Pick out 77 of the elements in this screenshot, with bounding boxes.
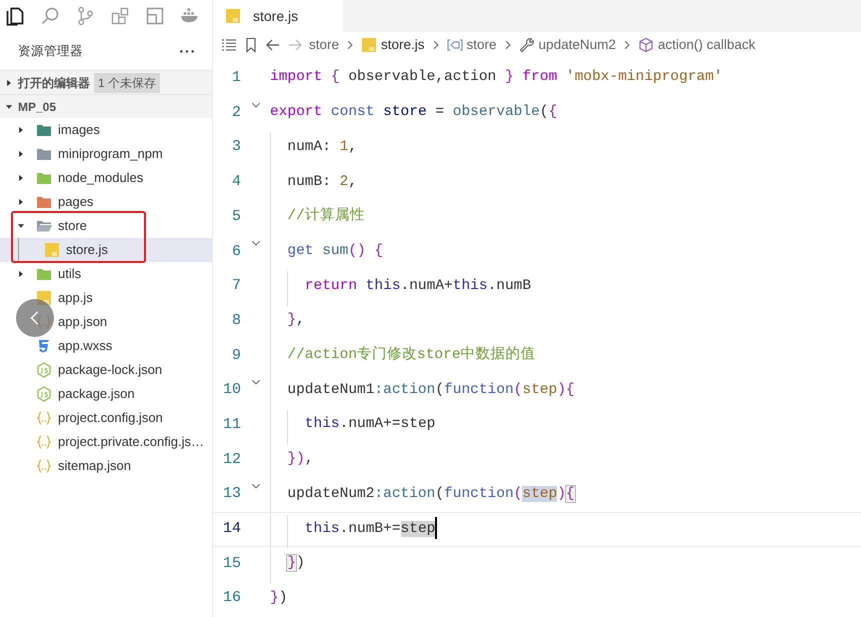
line-number: 14 xyxy=(222,519,241,540)
line-number: 1 xyxy=(230,68,241,88)
tree-item[interactable]: package.json xyxy=(0,382,212,406)
variable-icon xyxy=(446,37,463,53)
section-header[interactable]: MP_05 xyxy=(18,98,56,116)
tree-item[interactable]: sitemap.json xyxy=(0,454,212,478)
code-line: }) xyxy=(270,588,288,608)
tree-item[interactable]: miniprogram_npm xyxy=(0,142,212,166)
line-number: 12 xyxy=(222,450,241,470)
line-number: 10 xyxy=(222,380,241,400)
js-file-icon xyxy=(361,37,378,53)
tree-item[interactable]: node_modules xyxy=(0,166,212,190)
files-icon[interactable] xyxy=(5,6,25,26)
tree-item[interactable]: project.config.json xyxy=(0,406,212,430)
more-icon xyxy=(180,50,194,52)
explorer-title: 资源管理器 xyxy=(18,42,83,60)
cube-icon xyxy=(638,37,654,53)
line-number: 8 xyxy=(230,310,241,331)
line-number: 9 xyxy=(230,346,241,366)
search-icon[interactable] xyxy=(40,6,60,26)
editor-tab[interactable]: store.js xyxy=(213,0,343,32)
breadcrumb-item[interactable]: store xyxy=(446,34,497,56)
js-file-icon xyxy=(225,8,241,24)
code-line: //计算属性 xyxy=(286,206,365,226)
code-line: export const store = observable({ xyxy=(270,103,558,122)
layout-icon[interactable] xyxy=(145,6,165,26)
line-number: 6 xyxy=(230,242,241,262)
code-line: updateNum1:action(function(step){ xyxy=(286,380,575,400)
js-file-icon xyxy=(44,242,60,258)
tree-item[interactable]: pages xyxy=(0,190,212,214)
braces-icon xyxy=(36,458,52,474)
outline-icon xyxy=(221,37,237,53)
code-line: updateNum2:action(function(step){ xyxy=(286,484,575,504)
code-line: this.numB+=step xyxy=(270,517,438,542)
wrench-icon xyxy=(518,37,535,53)
breadcrumb-item[interactable]: store xyxy=(309,34,340,56)
back-button[interactable] xyxy=(16,299,54,337)
code-line: numB: 2, xyxy=(286,172,358,192)
tree-item[interactable]: store.js xyxy=(0,238,212,262)
code-line: //action专门修改store中数据的值 xyxy=(286,344,536,365)
braces-icon xyxy=(36,434,52,450)
hexagon-icon xyxy=(36,362,52,378)
back-arrow-icon xyxy=(265,37,281,53)
unsaved-badge: 1 个未保存 xyxy=(94,72,160,92)
braces-icon xyxy=(36,410,52,426)
tree-item[interactable]: store xyxy=(0,214,212,238)
line-number: 4 xyxy=(230,172,241,192)
line-number: 7 xyxy=(230,276,241,296)
line-number: 2 xyxy=(230,102,241,123)
line-number: 13 xyxy=(222,484,241,504)
code-line: numA: 1, xyxy=(286,138,358,157)
line-number: 3 xyxy=(230,137,241,158)
tree-item[interactable]: package-lock.json xyxy=(0,358,212,382)
code-line: this.numA+=step xyxy=(304,415,436,434)
code-line: }) xyxy=(286,554,305,574)
line-number: 16 xyxy=(222,588,241,608)
line-number: 5 xyxy=(230,206,241,227)
code-line: get sum() { xyxy=(286,242,384,261)
tree-item[interactable]: project.private.config.js… xyxy=(0,430,212,454)
breadcrumb-item[interactable]: action() callback xyxy=(638,34,756,56)
code-line: return this.numA+this.numB xyxy=(304,276,532,296)
line-number: 11 xyxy=(222,414,241,435)
breadcrumb-item[interactable]: updateNum2 xyxy=(518,34,616,56)
tree-item[interactable]: images xyxy=(0,118,212,142)
forward-arrow-icon xyxy=(287,37,303,53)
tree-item[interactable]: utils xyxy=(0,262,212,286)
tree-item[interactable]: app.wxss xyxy=(0,334,212,358)
chevron-icon xyxy=(345,40,356,50)
code-line: }), xyxy=(286,450,314,470)
css-file-icon xyxy=(36,338,52,354)
blocks-icon[interactable] xyxy=(110,6,130,26)
breadcrumb-item[interactable]: store.js xyxy=(361,34,425,56)
line-number: 15 xyxy=(222,554,241,574)
section-header[interactable]: 打开的编辑器 xyxy=(18,74,90,92)
hexagon-icon xyxy=(36,386,52,402)
code-line: import { observable,action } from 'mobx-miniprogram' xyxy=(270,68,723,88)
code-line: }, xyxy=(286,311,305,330)
